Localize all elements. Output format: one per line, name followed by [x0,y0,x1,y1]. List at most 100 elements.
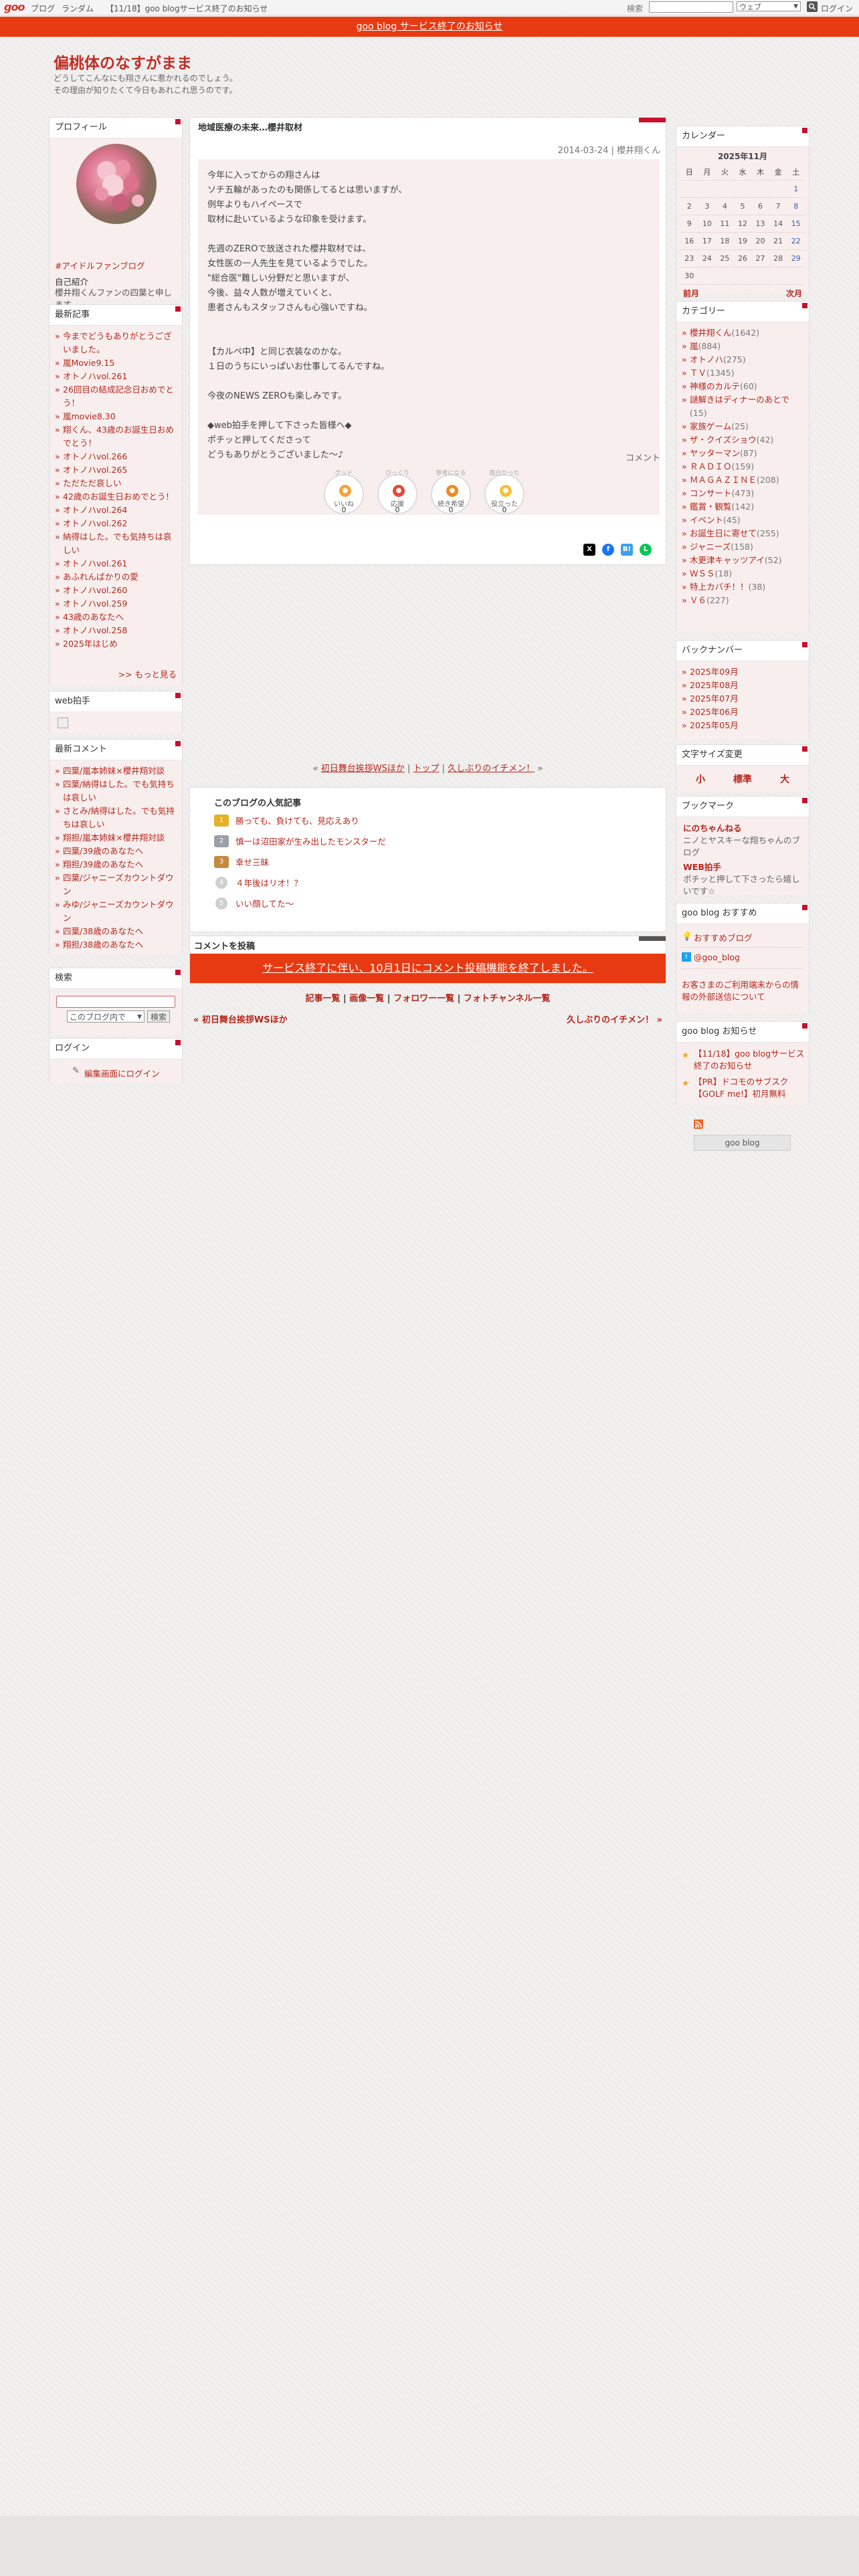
popular-post-item[interactable]: 1 勝っても、負けても、見応えあり [214,815,386,835]
announce-link[interactable]: 【PR】ドコモのサブスク【GOLF me!】初月無料 [694,1076,805,1100]
post-list-link[interactable]: 記事一覧 [305,994,340,1004]
category-link[interactable]: 木更津キャッツアイ [690,555,765,565]
popular-post-item[interactable]: 3 幸せ三昧 [214,856,386,877]
recent-comment-link[interactable]: みゆ/ジャニーズカウントダウン [63,899,173,923]
backnumber-link[interactable]: 2025年05月 [690,720,739,730]
nav-notice-link[interactable]: 【11/18】goo blogサービス終了のお知らせ [106,3,268,14]
recent-comment-link[interactable]: 翔担/38歳のあなたへ [63,940,143,950]
facebook-share-icon[interactable]: f [602,544,614,556]
recent-post-link[interactable]: オトノハvol.260 [63,585,127,595]
category-link[interactable]: Ｖ６ [690,595,706,605]
category-link[interactable]: ザ・クイズショウ [690,435,757,445]
recent-comment-link[interactable]: 四葉/嵐本姉妹×櫻井翔対談 [63,766,165,776]
web-clap-image-icon[interactable] [58,718,68,728]
recent-post-link[interactable]: オトノハvol.265 [63,465,127,475]
category-link[interactable]: 櫻井翔くん [690,328,732,338]
category-link[interactable]: オトノハ [690,354,723,364]
backnumber-link[interactable]: 2025年09月 [690,667,739,677]
search-icon[interactable] [807,1,818,12]
category-item[interactable]: 特上カバチ！！(38) [682,580,803,594]
recent-post-item[interactable]: ただただ哀しい [55,477,177,490]
category-item[interactable]: イベント(45) [682,514,803,527]
category-item[interactable]: ヤッターマン(87) [682,447,803,460]
recent-post-link[interactable]: オトノハvol.261 [63,558,127,568]
category-item[interactable]: 木更津キャッツアイ(52) [682,554,803,567]
reaction-button[interactable]: 面白かった ● 役立った 0 [484,470,524,514]
external-send-info-link[interactable]: お客さまのご利用端末からの情報の外部送信について [682,979,805,1003]
recent-post-item[interactable]: あふれんばかりの愛 [55,570,177,584]
category-link[interactable]: ＴＶ [690,368,706,378]
recent-post-item[interactable]: 翔くん、43歳のお誕生日おめでとう！ [55,423,177,450]
x-share-icon[interactable]: X [583,544,595,556]
blog-search-input[interactable] [56,996,175,1008]
calendar-next-link[interactable]: 次月 [786,285,802,302]
recent-post-item[interactable]: オトノハvol.266 [55,450,177,463]
prev-post-link[interactable]: « 初日舞台挨拶WSほか [193,1012,288,1025]
backnumber-link[interactable]: 2025年07月 [690,693,739,704]
recent-post-link[interactable]: 嵐movie8.30 [63,411,116,421]
category-item[interactable]: お誕生日に寄せて(255) [682,527,803,540]
recent-post-item[interactable]: 26回目の結成記念日おめでとう！ [55,383,177,410]
popular-post-item[interactable]: 5 いい顔してた〜 [214,897,386,918]
recent-comment-item[interactable]: 翔担/嵐本姉妹×櫻井翔対談 [55,831,177,845]
popular-post-link[interactable]: 幸せ三昧 [235,857,269,867]
recent-post-link[interactable]: 納得はした。でも気持ちは哀しい [63,532,172,555]
recent-post-link[interactable]: 2025年はじめ [63,639,118,649]
popular-post-link[interactable]: いい顔してた〜 [235,899,294,909]
photo-channel-list-link[interactable]: フォトチャンネル一覧 [464,994,551,1004]
recent-comment-item[interactable]: 翔担/38歳のあなたへ [55,938,177,952]
nav-random-link[interactable]: ランダム [62,3,94,14]
category-item[interactable]: 神様のカルテ(60) [682,380,803,393]
recent-comment-link[interactable]: 四葉/38歳のあなたへ [63,926,143,936]
backnumber-item[interactable]: 2025年09月 [682,665,803,679]
backnumber-link[interactable]: 2025年08月 [690,680,739,690]
recent-comment-link[interactable]: 四葉/納得はした。でも気持ちは哀しい [63,779,175,802]
category-link[interactable]: 神様のカルテ [690,381,740,391]
recent-comment-item[interactable]: 翔担/39歳のあなたへ [55,858,177,871]
category-item[interactable]: ＷＳＳ(18) [682,567,803,580]
font-size-normal-button[interactable]: 標準 [733,772,752,786]
search-input[interactable] [649,1,733,13]
image-list-link[interactable]: 画像一覧 [349,994,384,1004]
popular-post-link[interactable]: ４年後はリオ！？ [235,878,302,888]
category-link[interactable]: 嵐 [690,341,698,351]
category-item[interactable]: ＴＶ(1345) [682,366,803,380]
category-item[interactable]: オトノハ(275) [682,353,803,366]
blog-title[interactable]: 偏桃体のなすがまま [54,50,192,73]
recent-post-item[interactable]: オトノハvol.261 [55,370,177,383]
recent-post-link[interactable]: オトノハvol.264 [63,505,127,515]
category-item[interactable]: 嵐(884) [682,340,803,353]
category-link[interactable]: ＷＳＳ [690,568,715,578]
recent-post-item[interactable]: 納得はした。でも気持ちは哀しい [55,530,177,557]
category-item[interactable]: 謎解きはディナーのあとで (15) [682,393,803,420]
reaction-button[interactable]: グッド ● いいね 0 [324,470,364,514]
search-scope-select[interactable]: ウェブ ▼ [737,1,801,11]
recent-comment-item[interactable]: 四葉/納得はした。でも気持ちは哀しい [55,778,177,804]
category-item[interactable]: 家族ゲーム(25) [682,420,803,433]
recent-post-link[interactable]: 嵐Movie9.15 [63,358,114,368]
rss-icon[interactable] [694,1119,703,1129]
recent-post-item[interactable]: 今までどうもありがとうございました。 [55,330,177,356]
category-item[interactable]: ＭＡＧＡＺＩＮＥ(208) [682,473,803,487]
category-item[interactable]: コンサート(473) [682,487,803,500]
recent-post-link[interactable]: 翔くん、43歳のお誕生日おめでとう！ [63,425,174,448]
reaction-button[interactable]: びっくり ● 応援 0 [377,470,417,514]
recent-post-link[interactable]: 43歳のあなたへ [63,612,124,622]
font-size-large-button[interactable]: 大 [780,772,789,786]
announce-link[interactable]: 【11/18】goo blogサービス終了のお知らせ [694,1048,805,1072]
recent-comment-link[interactable]: 四葉/39歳のあなたへ [63,846,143,856]
category-item[interactable]: Ｖ６(227) [682,594,803,607]
recommend-blog-link[interactable]: おすすめブログ [694,931,753,944]
category-link[interactable]: 鑑賞・観覧 [690,502,732,512]
recent-post-link[interactable]: 42歳のお誕生日おめでとう！ [63,492,174,502]
category-item[interactable]: ジャニーズ(158) [682,540,803,554]
recent-post-item[interactable]: 嵐Movie9.15 [55,356,177,370]
recent-comment-item[interactable]: 四葉/39歳のあなたへ [55,845,177,858]
recent-comment-link[interactable]: さとみ/納得はした。でも気持ちは哀しい [63,806,175,829]
follower-list-link[interactable]: フォロワー一覧 [393,994,454,1004]
recent-comment-item[interactable]: 四葉/嵐本姉妹×櫻井翔対談 [55,764,177,778]
recent-post-link[interactable]: オトノハvol.262 [63,518,127,528]
recent-post-item[interactable]: オトノハvol.258 [55,624,177,637]
category-link[interactable]: コンサート [690,488,732,498]
goo-blog-twitter-link[interactable]: @goo_blog [694,952,740,962]
